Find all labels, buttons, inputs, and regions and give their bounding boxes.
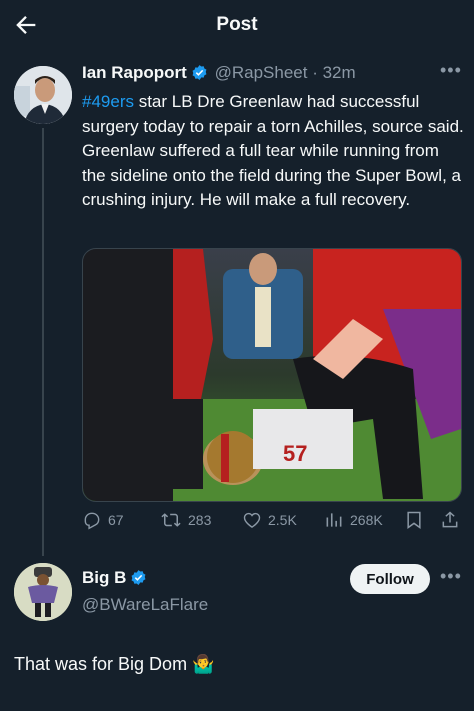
- separator: ·: [312, 63, 318, 82]
- thread-line: [42, 128, 44, 556]
- views-count: 268K: [350, 512, 383, 528]
- svg-text:57: 57: [283, 441, 307, 466]
- bookmark-icon: [407, 511, 421, 529]
- verified-badge-icon: [130, 569, 147, 591]
- tweet-photo[interactable]: 57: [82, 248, 462, 502]
- views-button[interactable]: 268K: [324, 510, 383, 530]
- tweet-actions: 67 283 2.5K 268K: [82, 506, 462, 536]
- tweet-header: Ian Rapoport @RapSheet · 32m: [82, 63, 356, 86]
- share-icon: [442, 511, 458, 528]
- reply-icon: [84, 512, 100, 530]
- reply-author-name[interactable]: Big B: [82, 568, 126, 587]
- page-title: Post: [216, 14, 258, 35]
- reply-text: That was for Big Dom 🤷‍♂️: [14, 654, 215, 675]
- tweet-text: #49ers star LB Dre Greenlaw had successf…: [82, 90, 467, 213]
- reply-button[interactable]: 67: [82, 510, 124, 530]
- author-name[interactable]: Ian Rapoport: [82, 63, 187, 82]
- follow-button[interactable]: Follow: [350, 564, 430, 594]
- retweet-button[interactable]: 283: [160, 510, 211, 530]
- like-button[interactable]: 2.5K: [242, 510, 297, 530]
- shrug-emoji: 🤷‍♂️: [192, 654, 215, 674]
- more-options-icon[interactable]: •••: [440, 60, 462, 81]
- heart-icon: [243, 512, 261, 528]
- tweet-body: star LB Dre Greenlaw had successful surg…: [82, 92, 464, 209]
- top-bar: Post: [0, 0, 474, 50]
- reply-author: Big B: [82, 568, 149, 591]
- more-options-icon[interactable]: •••: [440, 566, 462, 587]
- reply-body: That was for Big Dom: [14, 654, 188, 674]
- retweet-count: 283: [188, 512, 212, 528]
- verified-badge-icon: [191, 64, 208, 86]
- retweet-icon: [161, 513, 181, 527]
- like-count: 2.5K: [268, 512, 297, 528]
- author-handle[interactable]: @RapSheet: [215, 63, 308, 82]
- timestamp[interactable]: 32m: [323, 63, 356, 82]
- hashtag-link[interactable]: #49ers: [82, 92, 134, 111]
- avatar[interactable]: [14, 563, 72, 621]
- reply-count: 67: [108, 512, 124, 528]
- avatar[interactable]: [14, 66, 72, 124]
- share-button[interactable]: [440, 510, 460, 530]
- bookmark-button[interactable]: [404, 510, 424, 530]
- views-icon: [326, 513, 342, 527]
- reply-author-handle[interactable]: @BWareLaFlare: [82, 595, 208, 615]
